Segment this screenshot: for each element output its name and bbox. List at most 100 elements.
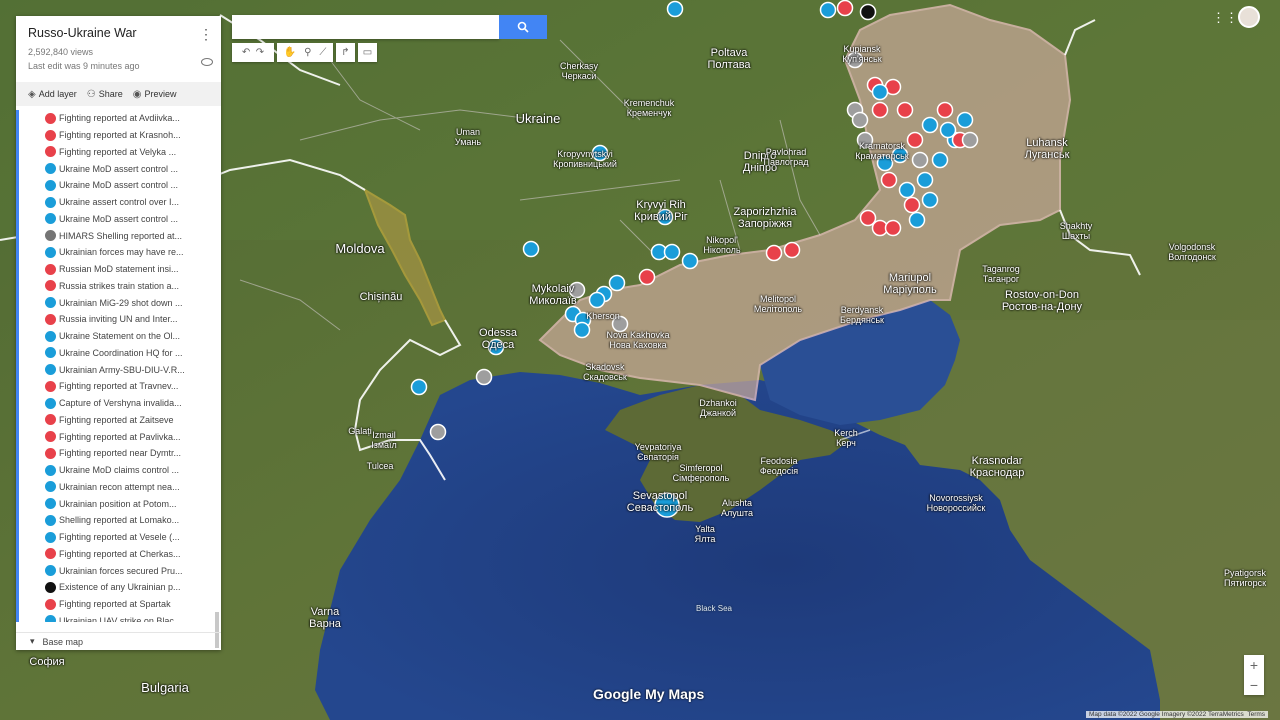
redo-icon[interactable]: ↷ (256, 47, 264, 58)
map-marker[interactable] (836, 0, 854, 17)
map-marker[interactable] (908, 211, 926, 229)
map-title[interactable]: Russo-Ukraine War (28, 26, 209, 40)
list-item[interactable]: Ukraine assert control over I... (19, 194, 221, 211)
search-button[interactable] (499, 15, 547, 39)
hand-icon[interactable]: ✋ (284, 47, 296, 58)
map-marker[interactable] (921, 191, 939, 209)
zoom-out-button[interactable]: − (1250, 677, 1258, 693)
list-item[interactable]: Ukrainian Army-SBU-DIU-V.R... (19, 361, 221, 378)
preview-button[interactable]: ◉ Preview (133, 89, 177, 100)
directions-icon[interactable]: ↱ (336, 43, 355, 62)
map-marker[interactable] (573, 321, 591, 339)
list-item[interactable]: Fighting reported at Vesele (... (19, 529, 221, 546)
list-item-label: HIMARS Shelling reported at... (59, 230, 183, 241)
ruler-icon[interactable]: ▭ (358, 43, 377, 62)
map-marker[interactable] (851, 111, 869, 129)
map-marker[interactable] (961, 131, 979, 149)
list-item[interactable]: HIMARS Shelling reported at... (19, 227, 221, 244)
list-item[interactable]: Fighting reported near Dymtr... (19, 445, 221, 462)
chevron-down-icon[interactable]: ▾ (30, 636, 35, 647)
list-item[interactable]: Ukrainian recon attempt nea... (19, 479, 221, 496)
map-marker[interactable] (871, 101, 889, 119)
map-marker[interactable] (931, 151, 949, 169)
list-item[interactable]: Russia inviting UN and Inter... (19, 311, 221, 328)
map-marker[interactable] (608, 274, 626, 292)
list-item-label: Fighting reported at Pavlivka... (59, 431, 181, 442)
map-marker[interactable] (898, 181, 916, 199)
list-item[interactable]: Fighting reported at Krasnoh... (19, 127, 221, 144)
terms-link[interactable]: Terms (1247, 711, 1265, 718)
share-button[interactable]: ⚇ Share (87, 89, 123, 100)
map-marker[interactable] (765, 244, 783, 262)
map-label: Zaporizhzhia Запоріжжя (733, 206, 797, 230)
list-item[interactable]: Capture of Vershyna invalida... (19, 395, 221, 412)
question-icon (45, 213, 56, 225)
map-marker[interactable] (681, 252, 699, 270)
map-marker[interactable] (819, 1, 837, 19)
list-item[interactable]: Existence of any Ukrainian p... (19, 579, 221, 596)
draw-line-icon[interactable]: ⟋ (319, 47, 326, 58)
map-marker[interactable] (896, 101, 914, 119)
list-item[interactable]: Russia strikes train station a... (19, 278, 221, 295)
map-marker[interactable] (871, 83, 889, 101)
map-marker[interactable] (880, 171, 898, 189)
list-item[interactable]: Fighting reported at Cherkas... (19, 546, 221, 563)
apps-grid-icon[interactable]: ⋮⋮ (1212, 10, 1238, 26)
list-item-label: Russia strikes train station a... (59, 280, 180, 291)
question-icon (45, 163, 56, 175)
list-item[interactable]: Ukraine MoD assert control ... (19, 160, 221, 177)
map-marker[interactable] (666, 0, 684, 18)
list-item[interactable]: Fighting reported at Velyka ... (19, 144, 221, 161)
preview-eye-icon[interactable] (201, 58, 213, 66)
map-marker[interactable] (475, 368, 493, 386)
list-item[interactable]: Shelling reported at Lomako... (19, 512, 221, 529)
list-item[interactable]: Fighting reported at Spartak (19, 596, 221, 613)
train-icon (45, 280, 56, 292)
map-marker[interactable] (884, 219, 902, 237)
list-item[interactable]: Ukrainian MiG-29 shot down ... (19, 294, 221, 311)
list-item[interactable]: Fighting reported at Zaitseve (19, 412, 221, 429)
last-edit-text: Last edit was 9 minutes ago (28, 61, 140, 71)
map-marker[interactable] (911, 151, 929, 169)
list-item[interactable]: Ukraine Coordination HQ for ... (19, 345, 221, 362)
list-item-label: Ukrainian position at Potom... (59, 498, 177, 509)
map-marker[interactable] (956, 111, 974, 129)
map-marker[interactable] (903, 196, 921, 214)
list-item[interactable]: Ukraine MoD assert control ... (19, 177, 221, 194)
avatar[interactable] (1238, 6, 1260, 28)
list-item[interactable]: Fighting reported at Travnev... (19, 378, 221, 395)
list-item[interactable]: Russian MoD statement insi... (19, 261, 221, 278)
list-item[interactable]: Ukraine MoD claims control ... (19, 462, 221, 479)
list-item[interactable]: Fighting reported at Pavlivka... (19, 428, 221, 445)
list-item[interactable]: Fighting reported at Avdiivka... (19, 110, 221, 127)
search-input[interactable] (232, 15, 499, 39)
map-marker[interactable] (921, 116, 939, 134)
map-marker[interactable] (429, 423, 447, 441)
map-marker[interactable] (522, 240, 540, 258)
question-icon (45, 246, 56, 258)
undo-icon[interactable]: ↶ (242, 47, 250, 58)
share-label: Share (98, 89, 123, 99)
marker-icon[interactable]: ⚲ (304, 47, 311, 58)
map-marker[interactable] (939, 121, 957, 139)
map-marker[interactable] (936, 101, 954, 119)
map-marker[interactable] (410, 378, 428, 396)
more-options-icon[interactable]: ⋮ (199, 26, 213, 43)
map-marker[interactable] (916, 171, 934, 189)
map-marker[interactable] (859, 3, 877, 21)
list-item[interactable]: Ukrainian position at Potom... (19, 495, 221, 512)
add-layer-button[interactable]: ◈ Add layer (28, 89, 77, 100)
list-item[interactable]: Ukrainian forces secured Pru... (19, 562, 221, 579)
map-marker[interactable] (783, 241, 801, 259)
map-marker[interactable] (638, 268, 656, 286)
base-map-row[interactable]: ▾ Base map (16, 632, 221, 650)
zoom-in-button[interactable]: + (1250, 657, 1258, 673)
list-item[interactable]: Ukraine Statement on the Ol... (19, 328, 221, 345)
map-marker[interactable] (588, 291, 606, 309)
list-item[interactable]: Ukrainian UAV strike on Blac... (19, 613, 221, 622)
list-item[interactable]: Ukrainian forces may have re... (19, 244, 221, 261)
list-item[interactable]: Ukraine MoD assert control ... (19, 211, 221, 228)
map-marker[interactable] (906, 131, 924, 149)
map-marker[interactable] (663, 243, 681, 261)
map-marker[interactable] (859, 209, 877, 227)
